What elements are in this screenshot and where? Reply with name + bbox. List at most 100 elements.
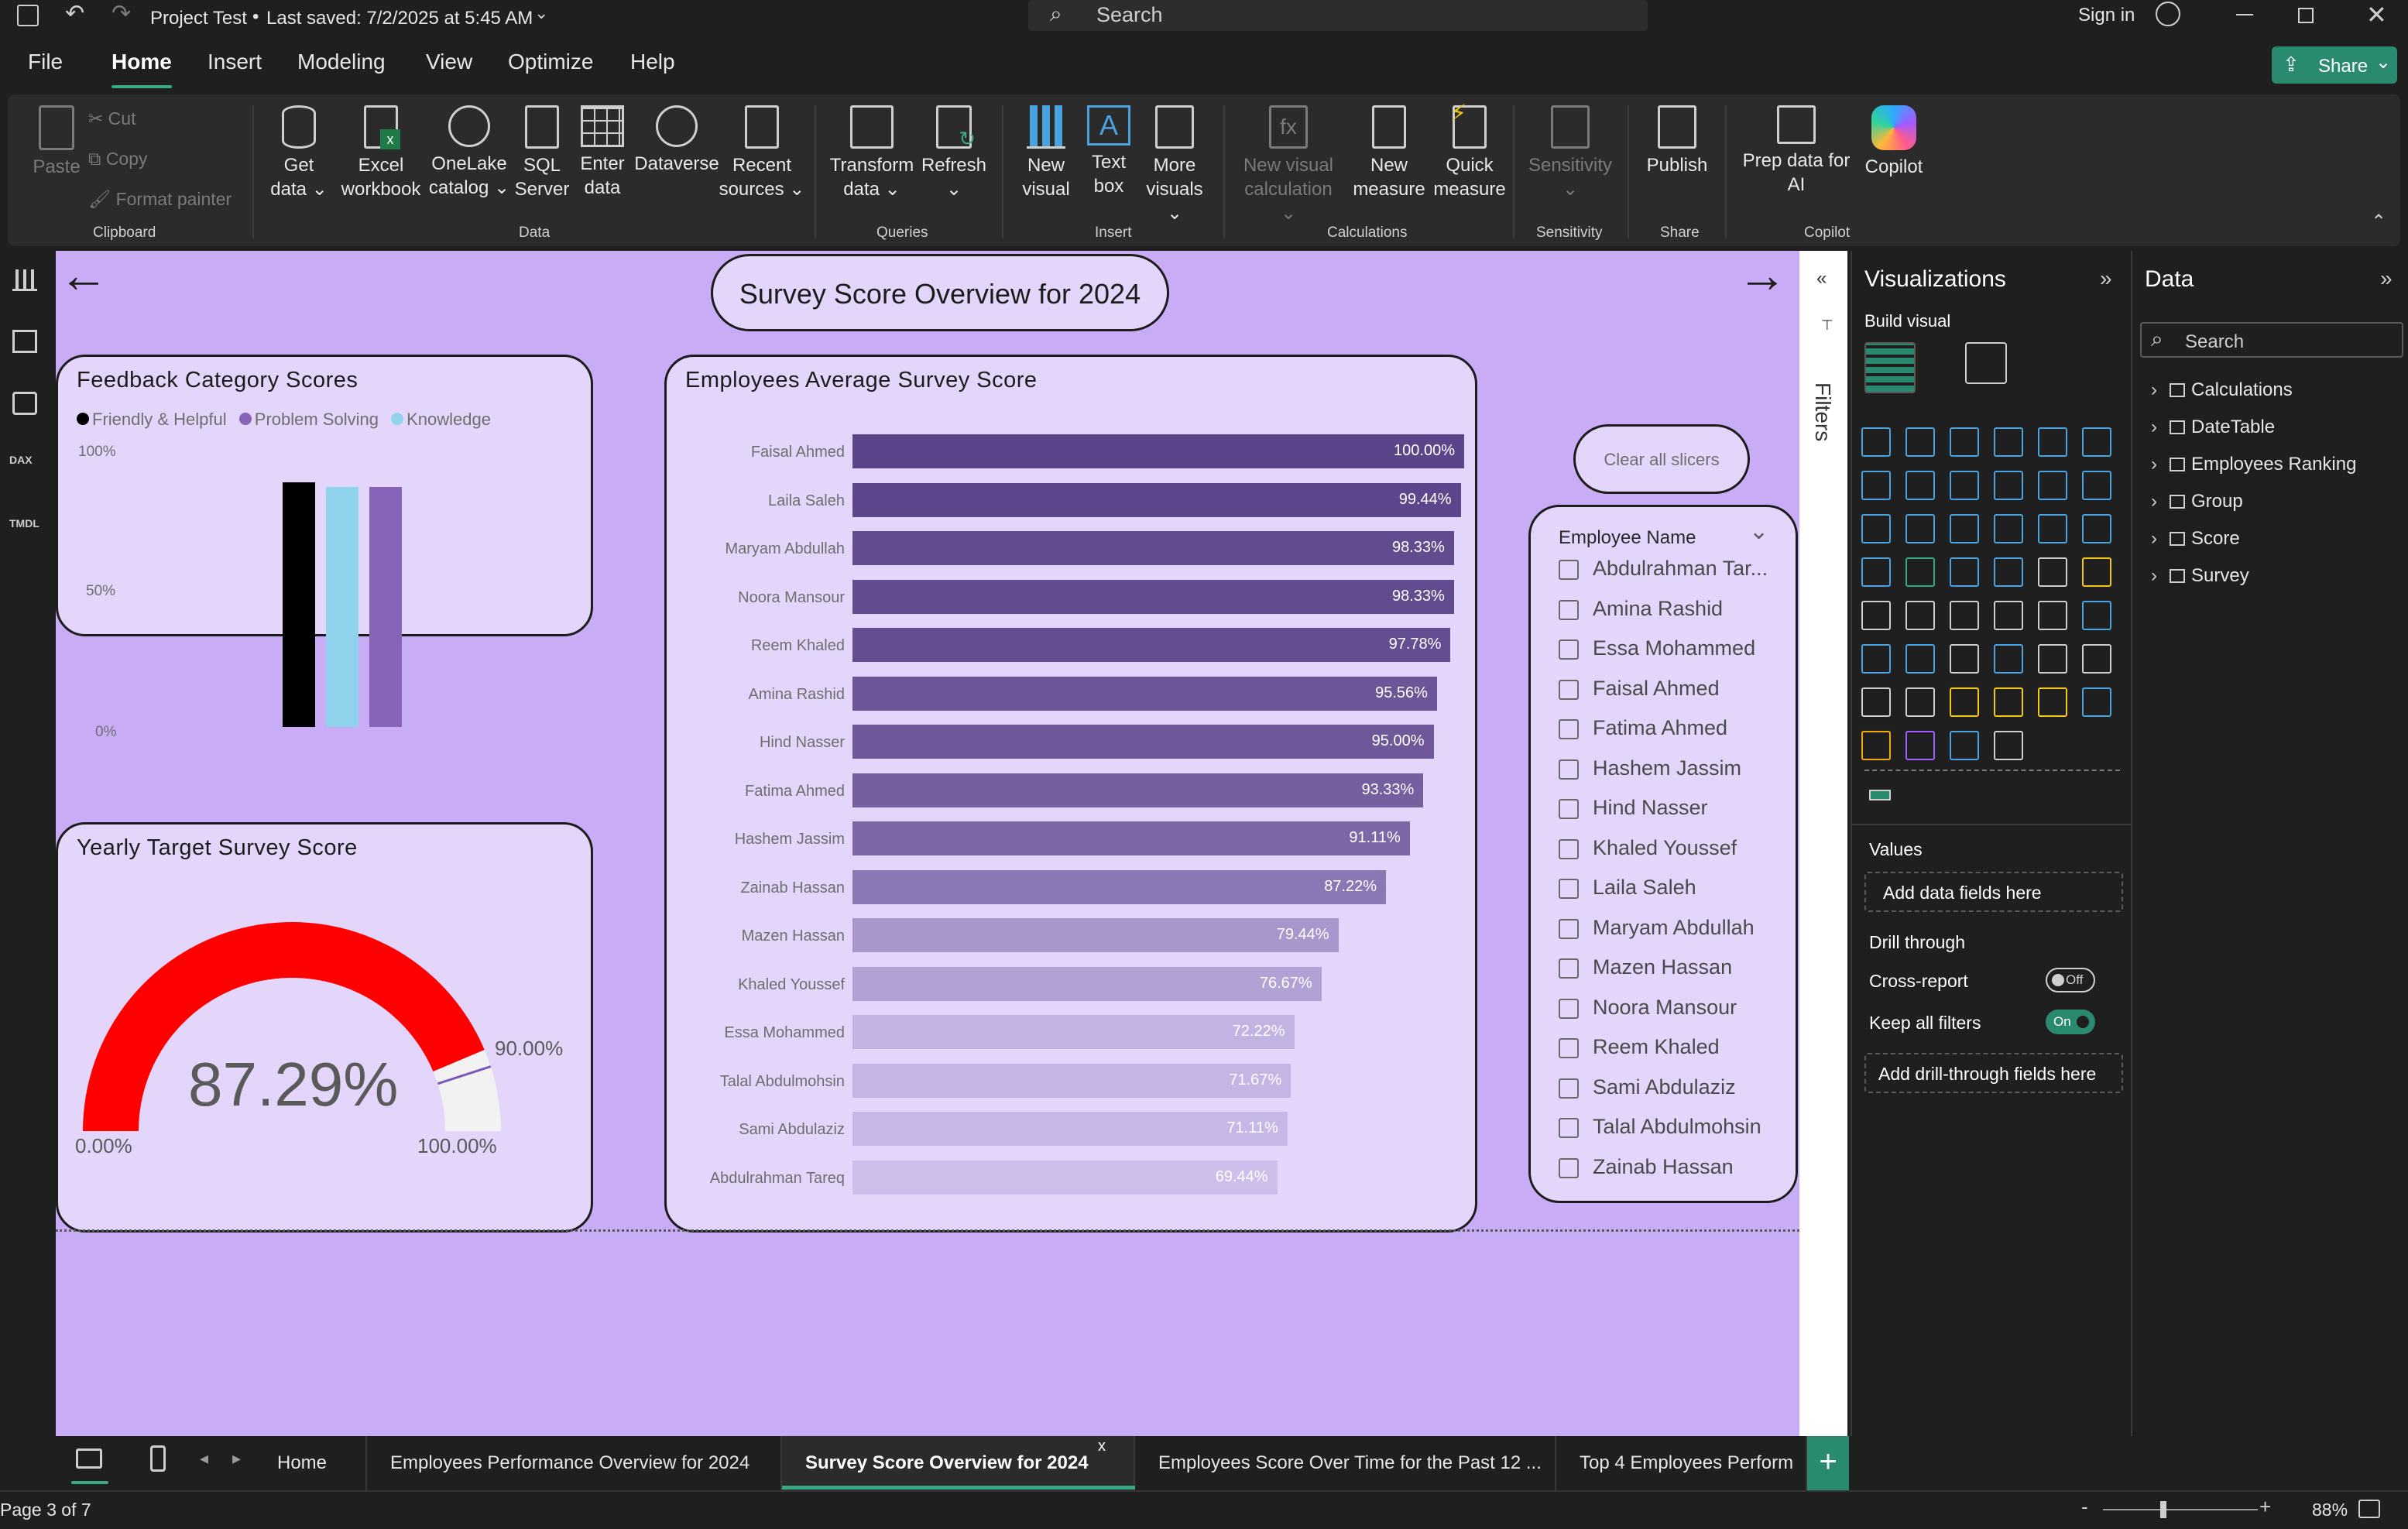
stacked-area-chart-icon[interactable] xyxy=(1950,471,1979,500)
sensitivity-button[interactable]: Sensitivity ⌄ xyxy=(1524,105,1617,201)
zoom-in-icon[interactable]: + xyxy=(2259,1495,2271,1519)
page-tab[interactable]: Top 4 Employees Perform xyxy=(1556,1436,1807,1490)
collapse-ribbon-icon[interactable]: ⌃ xyxy=(2371,211,2386,233)
close-icon[interactable]: ✕ xyxy=(2366,0,2387,29)
bar[interactable]: 69.44% xyxy=(852,1160,1278,1195)
prep-data-ai-button[interactable]: Prep data for AI xyxy=(1734,105,1858,197)
smart-narrative-icon[interactable] xyxy=(2038,687,2067,717)
power-apps-icon[interactable] xyxy=(1950,687,1979,717)
dataverse-button[interactable]: Dataverse xyxy=(633,105,720,176)
menu-home[interactable]: Home xyxy=(111,50,172,74)
new-visual-calculation-button[interactable]: fx New visual calculation ⌄ xyxy=(1234,105,1343,225)
more-icon[interactable] xyxy=(1994,731,2023,760)
waterfall-chart-icon[interactable] xyxy=(1905,514,1935,543)
build-visual-tab-icon[interactable] xyxy=(1864,342,1916,393)
redo-icon[interactable]: ↷ xyxy=(111,0,131,27)
enter-data-button[interactable]: Enter data xyxy=(575,105,630,200)
chevron-right-icon[interactable]: › xyxy=(2151,417,2170,438)
format-visual-tab-icon[interactable] xyxy=(1965,342,2007,384)
checkbox[interactable] xyxy=(1559,1078,1579,1099)
column-bar[interactable] xyxy=(326,487,358,727)
fit-to-page-icon[interactable] xyxy=(2358,1500,2380,1518)
bar[interactable]: 79.44% xyxy=(852,918,1339,952)
filled-map-icon[interactable] xyxy=(1950,557,1979,587)
chevron-right-icon[interactable]: › xyxy=(2151,491,2170,513)
checkbox[interactable] xyxy=(1559,1038,1579,1058)
trophy-icon[interactable] xyxy=(1861,687,1891,717)
scatter-chart-icon[interactable] xyxy=(1994,514,2023,543)
checkbox[interactable] xyxy=(1559,838,1579,859)
checkbox[interactable] xyxy=(1559,879,1579,899)
bar[interactable]: 93.33% xyxy=(852,773,1424,807)
back-arrow-icon[interactable]: ← xyxy=(59,246,108,303)
avatar-icon[interactable] xyxy=(2156,2,2180,26)
bar[interactable]: 91.11% xyxy=(852,821,1410,855)
chevron-right-icon[interactable]: › xyxy=(2151,565,2170,587)
ribbon-chart-icon[interactable] xyxy=(1861,514,1891,543)
r-visual-icon[interactable] xyxy=(1861,644,1891,674)
page-tab[interactable]: Employees Score Over Time for the Past 1… xyxy=(1135,1436,1556,1490)
map-icon[interactable] xyxy=(1905,557,1935,587)
data-search-input[interactable]: ⌕ Search xyxy=(2140,322,2403,358)
collapse-viz-icon[interactable]: » xyxy=(2100,266,2112,291)
arrows-icon[interactable] xyxy=(1950,731,1979,760)
menu-modeling[interactable]: Modeling xyxy=(297,50,386,74)
quick-measure-button[interactable]: ⚡ Quick measure xyxy=(1429,101,1510,201)
data-table-item[interactable]: › DateTable xyxy=(2151,417,2275,438)
key-influencers-icon[interactable] xyxy=(1950,644,1979,674)
sign-in-link[interactable]: Sign in xyxy=(2078,5,2135,26)
report-view-icon[interactable] xyxy=(12,269,37,291)
format-painter-button[interactable]: 🖌 Format painter xyxy=(88,189,232,210)
clustered-bar-chart-icon[interactable] xyxy=(1950,427,1979,457)
menu-optimize[interactable]: Optimize xyxy=(508,50,593,74)
stacked-column-chart-icon[interactable] xyxy=(1905,427,1935,457)
azure-map-icon[interactable] xyxy=(1994,557,2023,587)
matrix-icon[interactable] xyxy=(2082,601,2111,630)
more-visuals-button[interactable]: More visuals ⌄ xyxy=(1137,105,1213,225)
scroll-right-icon[interactable]: ▸ xyxy=(232,1448,241,1469)
search-box[interactable]: ⌕ Search xyxy=(1028,0,1648,31)
zoom-slider-thumb[interactable] xyxy=(2160,1501,2166,1518)
share-button[interactable]: ⇪ Share ⌄ xyxy=(2272,46,2397,84)
bar[interactable]: 98.33% xyxy=(852,579,1454,614)
menu-view[interactable]: View xyxy=(426,50,472,74)
funnel-chart-icon[interactable] xyxy=(1950,514,1979,543)
excel-workbook-button[interactable]: x Excel workbook xyxy=(333,105,429,201)
tmdl-view-icon[interactable]: TMDL xyxy=(9,517,39,530)
line-chart-icon[interactable] xyxy=(1861,471,1891,500)
metrics-icon[interactable] xyxy=(1861,731,1891,760)
feedback-category-card[interactable]: Feedback Category Scores Friendly & Help… xyxy=(56,355,593,740)
bar[interactable]: 71.11% xyxy=(852,1112,1288,1146)
column-bar[interactable] xyxy=(283,482,315,727)
bar[interactable]: 87.22% xyxy=(852,869,1387,904)
gauge-icon[interactable] xyxy=(2038,557,2067,587)
bar[interactable]: 72.22% xyxy=(852,1015,1295,1049)
bar[interactable]: 71.67% xyxy=(852,1063,1291,1098)
checkbox[interactable] xyxy=(1559,799,1579,819)
model-view-icon[interactable] xyxy=(12,392,37,415)
filters-pane[interactable]: « ⊤ Filters xyxy=(1799,251,1847,1436)
line-stacked-column-icon[interactable] xyxy=(2082,471,2111,500)
page-tab[interactable]: Survey Score Overview for 2024 xyxy=(782,1436,1135,1490)
checkbox[interactable] xyxy=(1559,958,1579,979)
checkbox[interactable] xyxy=(1559,599,1579,620)
image-icon[interactable] xyxy=(2082,687,2111,717)
clustered-column-chart-icon[interactable] xyxy=(1994,427,2023,457)
bar[interactable]: 97.78% xyxy=(852,628,1451,662)
sql-server-button[interactable]: SQL Server xyxy=(513,105,571,201)
kpi-icon[interactable] xyxy=(1905,601,1935,630)
stacked-bar-chart-icon[interactable] xyxy=(1861,427,1891,457)
report-canvas[interactable]: ← → Survey Score Overview for 2024 Feedb… xyxy=(56,247,1799,1436)
checkbox[interactable] xyxy=(1559,759,1579,780)
save-icon[interactable] xyxy=(17,5,39,26)
chevron-right-icon[interactable]: › xyxy=(2151,528,2170,550)
paginated-report-icon[interactable] xyxy=(1905,687,1935,717)
100-column-chart-icon[interactable] xyxy=(2082,427,2111,457)
document-title[interactable]: Project Test xyxy=(150,8,247,29)
undo-icon[interactable]: ↶ xyxy=(65,0,84,27)
checkbox[interactable] xyxy=(1559,918,1579,939)
checkbox[interactable] xyxy=(1559,1118,1579,1138)
checkbox[interactable] xyxy=(1559,639,1579,660)
minimize-icon[interactable] xyxy=(2236,14,2253,15)
area-chart-icon[interactable] xyxy=(1905,471,1935,500)
